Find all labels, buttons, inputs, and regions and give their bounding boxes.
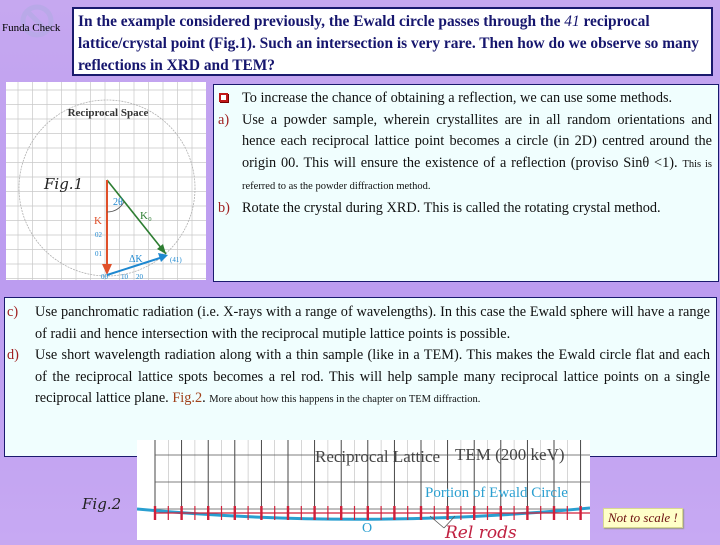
k0-label: K₀ <box>140 210 152 222</box>
not-to-scale-note: Not to scale ! <box>603 508 683 528</box>
tick-02: 02 <box>95 231 103 239</box>
fig2-reference: Fig.2 <box>172 390 203 406</box>
methods-box: To increase the chance of obtaining a re… <box>213 84 719 282</box>
intro-text: To increase the chance of obtaining a re… <box>242 90 673 106</box>
fig2-caption: Fig.2 <box>82 495 122 513</box>
methods-intro: To increase the chance of obtaining a re… <box>214 88 712 110</box>
method-d-note: More about how this happens in the chapt… <box>209 394 481 405</box>
methods-box-2: c) Use panchromatic radiation (i.e. X-ra… <box>4 297 717 457</box>
method-b: b) Rotate the crystal during XRD. This i… <box>214 198 712 220</box>
bullet-square-icon <box>219 93 228 102</box>
method-b-marker: b) <box>218 199 230 216</box>
origin-label: 00 <box>101 273 109 280</box>
figure-1-reciprocal-space: Reciprocal Space Fig.1 2θ K₀ K ΔK (41) 0… <box>6 82 206 281</box>
ewald-label: Portion of Ewald Circle <box>425 485 568 501</box>
fig2-subtitle: TEM (200 keV) <box>455 445 565 464</box>
question-highlight: 41 <box>564 13 580 30</box>
tick-10: 10 <box>121 273 129 280</box>
method-c-text: Use panchromatic radiation (i.e. X-rays … <box>35 304 710 342</box>
angle-label: 2θ <box>113 197 123 208</box>
figure-2-tem-reciprocal-lattice: Reciprocal Lattice TEM (200 keV) Portion… <box>136 440 591 543</box>
point-41-label: (41) <box>170 256 182 264</box>
ewald-arc <box>136 506 591 521</box>
k0-vector <box>106 179 167 255</box>
funda-check-label: Funda Check <box>2 22 61 34</box>
question-text-1: In the example considered previously, th… <box>78 13 565 30</box>
tick-01: 01 <box>95 250 103 258</box>
tick-20: 20 <box>136 273 144 280</box>
funda-check-badge: Funda Check <box>0 0 72 56</box>
method-d-marker: d) <box>7 347 19 363</box>
rel-rods-diagram: Reciprocal Lattice TEM (200 keV) Portion… <box>136 440 591 543</box>
method-a-marker: a) <box>218 111 230 128</box>
kd-label: K <box>94 215 102 227</box>
question-box: In the example considered previously, th… <box>72 7 713 76</box>
delta-k-label: ΔK <box>129 254 143 265</box>
method-b-text: Rotate the crystal during XRD. This is c… <box>242 199 661 216</box>
method-a-text: Use a powder sample, wherein crystallite… <box>242 111 712 171</box>
method-d: d) Use short wavelength radiation along … <box>7 347 710 406</box>
origin-label: O <box>362 521 372 536</box>
method-c-marker: c) <box>7 304 19 320</box>
fig1-title: Reciprocal Space <box>68 107 149 119</box>
method-a: a) Use a powder sample, wherein crystall… <box>214 110 712 198</box>
reciprocal-space-diagram: Reciprocal Space Fig.1 2θ K₀ K ΔK (41) 0… <box>6 82 206 281</box>
fig2-title: Reciprocal Lattice <box>315 447 440 466</box>
rods-label: Rel rods <box>444 523 517 540</box>
fig1-caption: Fig.1 <box>43 175 83 193</box>
method-c: c) Use panchromatic radiation (i.e. X-ra… <box>5 302 710 345</box>
